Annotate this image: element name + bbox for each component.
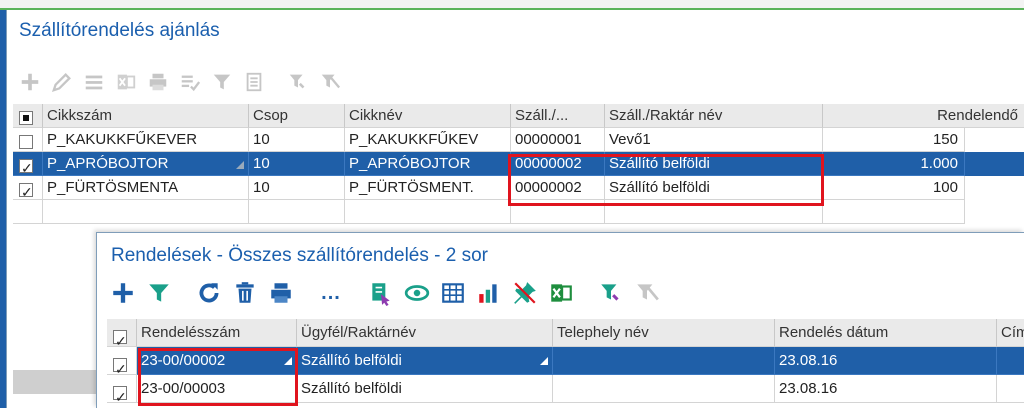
row-select-cell[interactable] (13, 176, 43, 200)
cell-rendelendo[interactable]: 100 (823, 176, 965, 200)
select-all-cell[interactable] (13, 104, 43, 128)
cell-telephely[interactable] (553, 347, 775, 375)
grid1-header-row: Cikkszám Csop Cikknév Száll./... Száll./… (13, 104, 1024, 128)
col-header-rendelendo[interactable]: Rendelendő (823, 104, 1024, 128)
row-select-cell[interactable] (107, 375, 137, 403)
cell-cim[interactable] (997, 375, 1024, 403)
cell-datum[interactable]: 23.08.16 (775, 375, 997, 403)
highlight-box-order-numbers (138, 348, 298, 406)
row-checkbox[interactable] (113, 355, 127, 374)
cell-cikkszam[interactable]: P_FÜRTÖSMENTA (43, 176, 249, 200)
eye-icon[interactable] (401, 277, 433, 309)
window-top-strip (0, 0, 1024, 10)
empty-cell (345, 200, 511, 224)
list-icon[interactable] (79, 67, 109, 97)
checklist-icon[interactable] (175, 67, 205, 97)
filter-edit-icon[interactable] (283, 67, 313, 97)
highlight-box-supplier (508, 154, 824, 206)
col-header-szall[interactable]: Száll./... (511, 104, 605, 128)
panel2-title: Rendelések - Összes szállítórendelés - 2… (111, 245, 488, 266)
col-header-datum[interactable]: Rendelés dátum ▲ (775, 319, 997, 347)
cell-cikknev[interactable]: P_FÜRTÖSMENT. (345, 176, 511, 200)
cell-cikkszam[interactable]: P_KAKUKKFŰKEVER (43, 128, 249, 152)
filter-clear-icon[interactable] (315, 67, 345, 97)
col-header-cikknev[interactable]: Cikknév (345, 104, 511, 128)
cell-ugyfel-text: Szállító belföldi (301, 352, 402, 369)
col-header-csop[interactable]: Csop (249, 104, 345, 128)
col-header-datum-label: Rendelés dátum (779, 324, 889, 341)
dropdown-corner-icon[interactable] (540, 357, 548, 365)
col-header-szall-nev[interactable]: Száll./Raktár név (605, 104, 823, 128)
empty-cell (13, 200, 43, 224)
select-all-checkbox[interactable] (19, 111, 33, 125)
col-header-ugyfel[interactable]: Ügyfél/Raktárnév (297, 319, 553, 347)
panel2-toolbar: ... (107, 277, 663, 309)
cell-telephely[interactable] (553, 375, 775, 403)
cell-cikknev[interactable]: P_KAKUKKFŰKEV (345, 128, 511, 152)
cell-csop[interactable]: 10 (249, 128, 345, 152)
sort-indicator-icon: ▲ (853, 326, 862, 336)
dropdown-corner-icon[interactable] (236, 161, 244, 169)
empty-cell (249, 200, 345, 224)
filter-icon[interactable] (143, 277, 175, 309)
cell-datum[interactable]: 23.08.16 (775, 347, 997, 375)
cell-rendelendo[interactable]: 150 (823, 128, 965, 152)
panel1-title: Szállítórendelés ajánlás (19, 20, 220, 41)
cell-cikkszam[interactable]: P_APRÓBOJTOR (43, 152, 249, 176)
more-button[interactable]: ... (315, 277, 347, 309)
row-checkbox[interactable] (19, 180, 33, 199)
export-icon[interactable] (365, 277, 397, 309)
select-all-cell[interactable] (107, 319, 137, 347)
cell-ugyfel[interactable]: Szállító belföldi (297, 347, 553, 375)
cell-cikkszam-text: P_APRÓBOJTOR (47, 155, 169, 172)
cell-csop[interactable]: 10 (249, 176, 345, 200)
empty-cell (823, 200, 965, 224)
filter-clear-icon[interactable] (631, 277, 663, 309)
row-checkbox[interactable] (113, 383, 127, 402)
plus-icon[interactable] (15, 67, 45, 97)
filter-edit-icon[interactable] (595, 277, 627, 309)
filter-icon[interactable] (207, 67, 237, 97)
row-checkbox[interactable] (19, 156, 33, 175)
col-header-cikkszam[interactable]: Cikkszám (43, 104, 249, 128)
cell-szall-nev[interactable]: Vevő1 (605, 128, 823, 152)
print-icon[interactable] (265, 277, 297, 309)
table-icon[interactable] (437, 277, 469, 309)
cell-szall[interactable]: 00000001 (511, 128, 605, 152)
row-select-cell[interactable] (13, 128, 43, 152)
cell-csop[interactable]: 10 (249, 152, 345, 176)
excel-icon[interactable] (545, 277, 577, 309)
row-select-cell[interactable] (107, 347, 137, 375)
cell-cim[interactable] (997, 347, 1024, 375)
document-icon[interactable] (239, 67, 269, 97)
grid2-header-row: Rendelésszám Ügyfél/Raktárnév Telephely … (107, 319, 1024, 347)
empty-cell (43, 200, 249, 224)
bar-chart-icon[interactable] (473, 277, 505, 309)
col-header-cim[interactable]: Cím (997, 319, 1024, 347)
trash-icon[interactable] (229, 277, 261, 309)
excel-icon[interactable] (111, 67, 141, 97)
cell-ugyfel[interactable]: Szállító belföldi (297, 375, 553, 403)
plus-icon[interactable] (107, 277, 139, 309)
row-select-cell[interactable] (13, 152, 43, 176)
select-all-checkbox[interactable] (113, 327, 127, 346)
pin-icon[interactable] (509, 277, 541, 309)
table-row[interactable]: P_KAKUKKFŰKEVER 10 P_KAKUKKFŰKEV 0000000… (13, 128, 1024, 152)
pencil-icon[interactable] (47, 67, 77, 97)
cell-cikknev[interactable]: P_APRÓBOJTOR (345, 152, 511, 176)
panel1-toolbar (15, 66, 345, 98)
refresh-icon[interactable] (193, 277, 225, 309)
col-header-rendelesszam[interactable]: Rendelésszám (137, 319, 297, 347)
col-header-telephely[interactable]: Telephely név (553, 319, 775, 347)
print-icon[interactable] (143, 67, 173, 97)
cell-rendelendo[interactable]: 1.000 (823, 152, 965, 176)
row-checkbox[interactable] (19, 135, 33, 149)
